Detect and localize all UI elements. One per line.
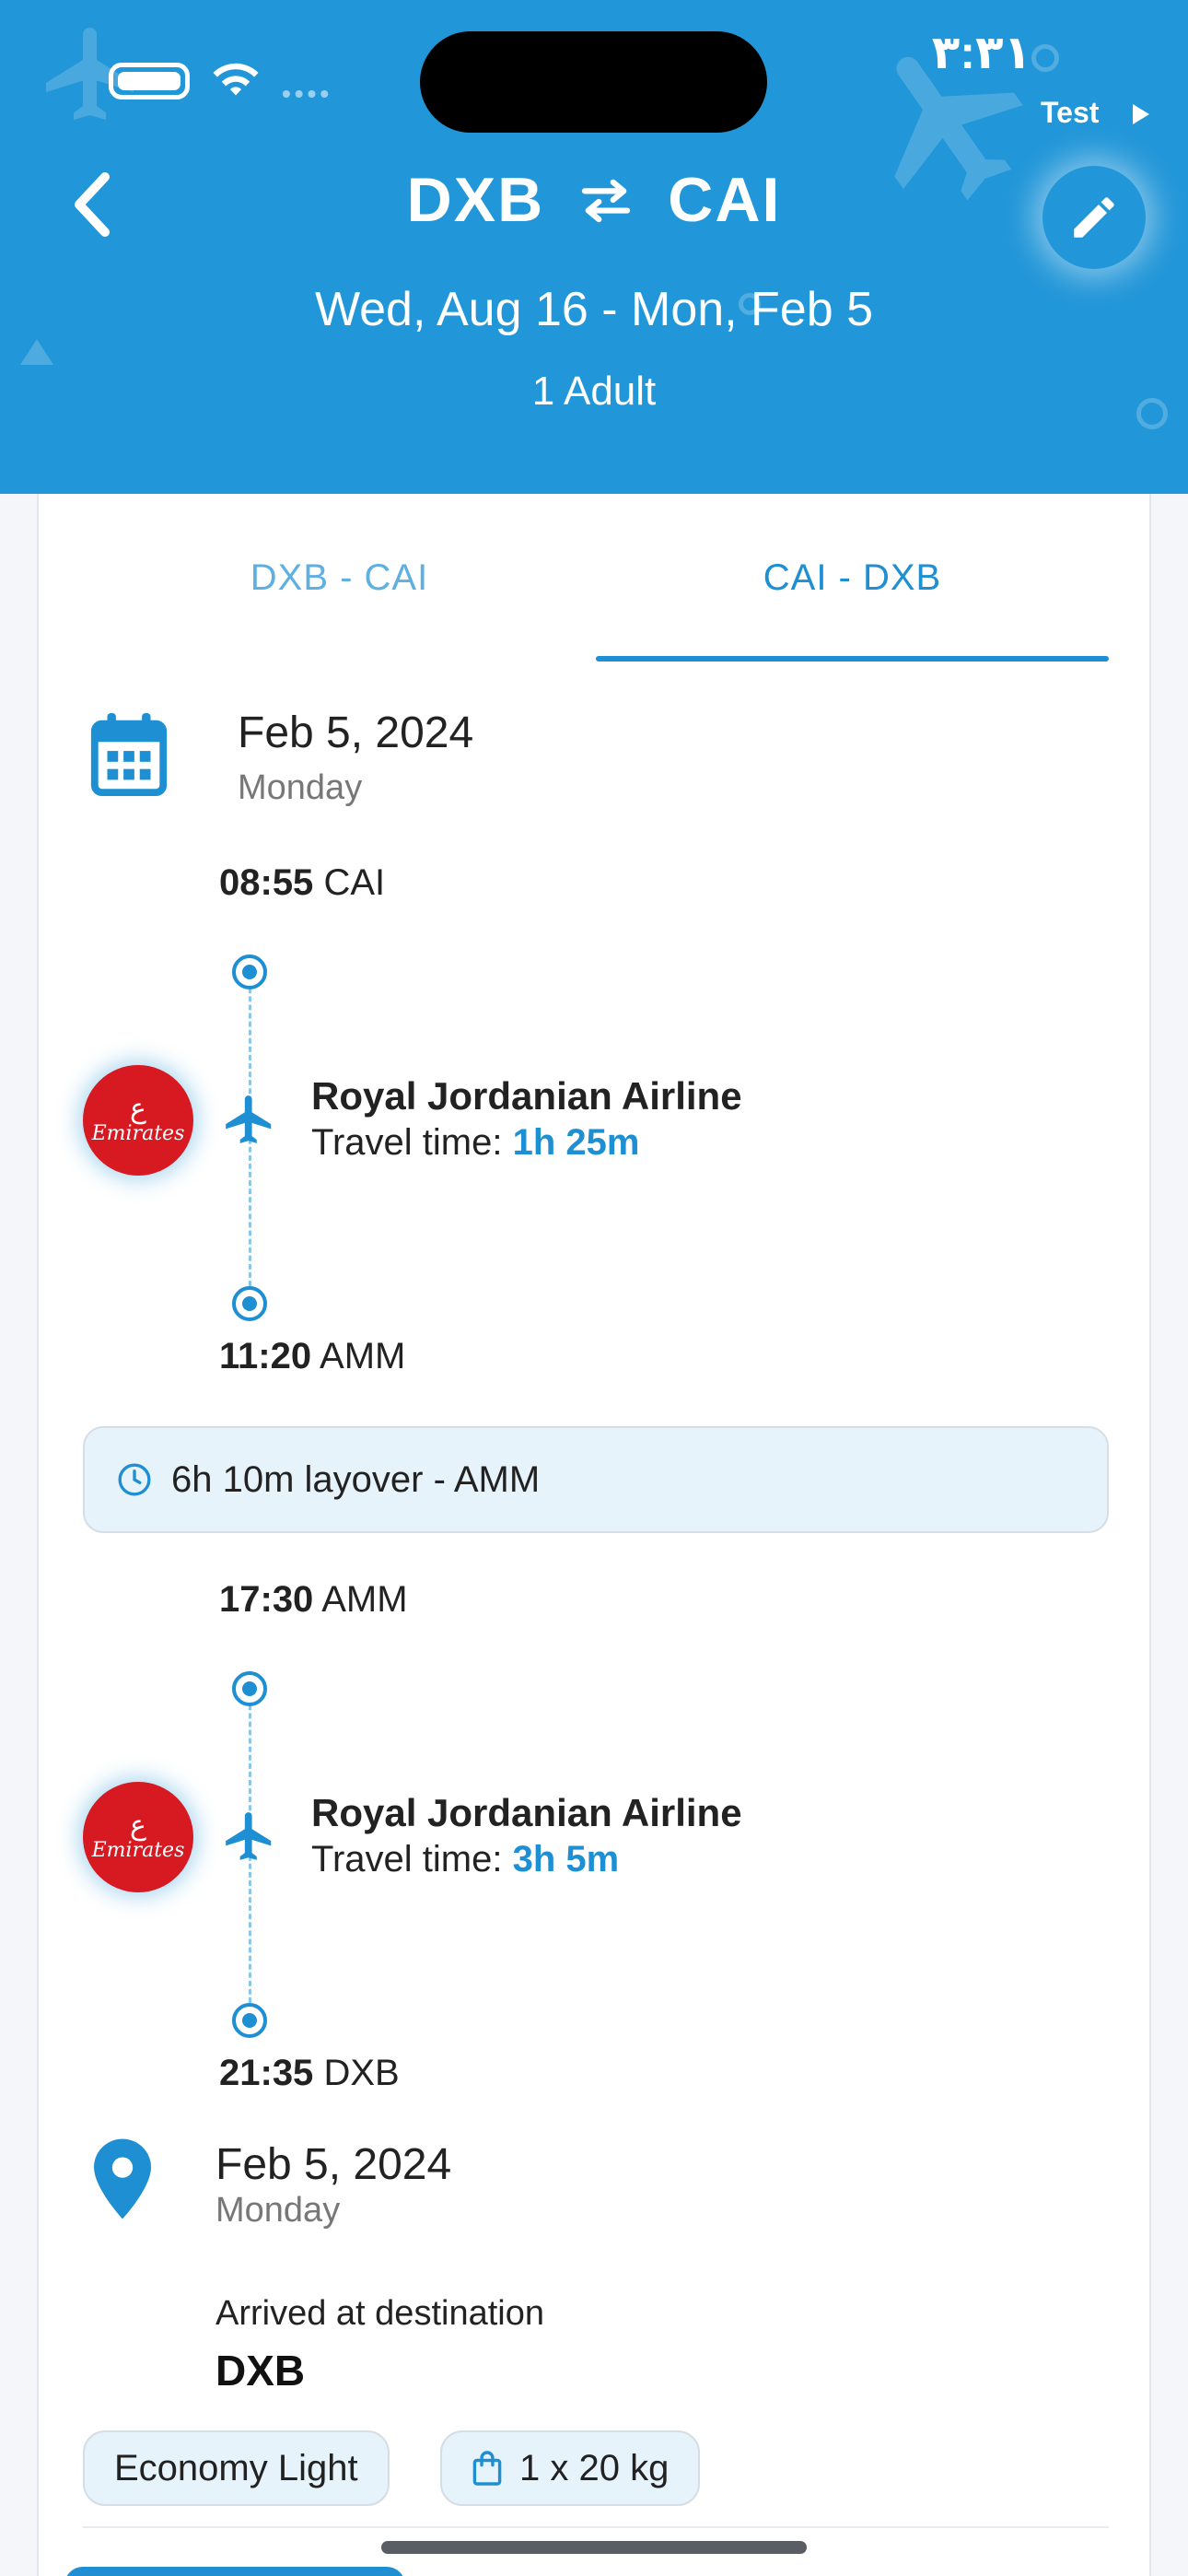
calendar-icon: [90, 712, 168, 797]
pencil-icon: [1074, 197, 1114, 238]
tab-cai-dxb[interactable]: CAI - DXB: [596, 494, 1109, 662]
plane-icon: [226, 1812, 272, 1860]
header: •••• ٣:٣١ Test DXB CAI Wed, Aug 16 - Mon…: [0, 0, 1188, 494]
airline-logo: ع Emirates: [83, 1782, 193, 1892]
travel-time: Travel time: 3h 5m: [311, 1839, 620, 1879]
arrived-label: Arrived at destination: [215, 2294, 544, 2333]
arrival-date: Feb 5, 2024: [215, 2140, 452, 2189]
home-indicator[interactable]: [381, 2541, 807, 2554]
dynamic-island: [420, 31, 767, 133]
bottom-action-button[interactable]: [64, 2567, 405, 2576]
departure-time: 08:55: [219, 862, 314, 903]
arrival-airport: DXB: [323, 2053, 400, 2093]
arrival-time: 11:20: [219, 1336, 312, 1376]
airline-name: Royal Jordanian Airline: [311, 1074, 742, 1118]
signal-dots: ••••: [282, 79, 333, 108]
leg-tabs: DXB - CAI CAI - DXB: [83, 494, 1109, 662]
segment-1-arrival: 11:20 AMM: [219, 1336, 405, 1377]
departure-airport: AMM: [321, 1579, 408, 1620]
play-icon[interactable]: [1133, 104, 1149, 124]
battery-icon: [109, 63, 190, 100]
fare-class-chip: Economy Light: [83, 2430, 390, 2506]
arrival-airport: AMM: [320, 1336, 406, 1376]
destination-code: CAI: [668, 165, 782, 235]
fare-class-label: Economy Light: [114, 2447, 358, 2488]
travel-duration: 1h 25m: [512, 1122, 640, 1163]
departure-dot: [232, 954, 267, 989]
departure-dot: [232, 1671, 267, 1706]
segment-2-arrival: 21:35 DXB: [219, 2053, 400, 2094]
departure-weekday: Monday: [238, 768, 363, 807]
tab-dxb-cai[interactable]: DXB - CAI: [83, 494, 596, 662]
arrival-dot: [232, 1286, 267, 1321]
clock-icon: [118, 1463, 151, 1496]
wifi-icon: [213, 63, 259, 96]
baggage-label: 1 x 20 kg: [519, 2447, 670, 2488]
bag-icon: [472, 2451, 502, 2486]
background-triangle: [20, 339, 53, 365]
segment-1-departure: 08:55 CAI: [219, 862, 385, 904]
edit-button[interactable]: [1042, 166, 1146, 269]
trip-dates: Wed, Aug 16 - Mon, Feb 5: [314, 283, 874, 336]
layover-text: 6h 10m layover - AMM: [171, 1458, 541, 1500]
destination-code-final: DXB: [215, 2347, 306, 2395]
arrival-time: 21:35: [219, 2053, 314, 2093]
background-circle: [1031, 44, 1059, 72]
status-time: ٣:٣١: [931, 27, 1031, 78]
divider: [83, 2526, 1109, 2528]
departure-time: 17:30: [219, 1579, 314, 1620]
route-title: DXB CAI: [0, 164, 1188, 236]
layover-banner: 6h 10m layover - AMM: [83, 1426, 1109, 1533]
passenger-count: 1 Adult: [531, 369, 657, 414]
itinerary-card: DXB - CAI CAI - DXB Feb 5, 2024 Monday 0…: [37, 494, 1151, 2576]
origin-code: DXB: [406, 165, 545, 235]
airline-logo: ع Emirates: [83, 1065, 193, 1176]
swap-arrows-icon: [582, 179, 631, 223]
departure-date: Feb 5, 2024: [238, 708, 474, 757]
test-label[interactable]: Test: [1041, 96, 1099, 130]
airline-name: Royal Jordanian Airline: [311, 1791, 742, 1834]
departure-airport: CAI: [323, 862, 386, 903]
arrival-weekday: Monday: [215, 2191, 341, 2230]
segment-2-departure: 17:30 AMM: [219, 1579, 408, 1621]
travel-duration: 3h 5m: [512, 1839, 620, 1879]
baggage-chip: 1 x 20 kg: [440, 2430, 701, 2506]
travel-time: Travel time: 1h 25m: [311, 1122, 640, 1163]
location-pin-icon: [94, 2138, 151, 2219]
plane-icon: [226, 1095, 272, 1143]
arrival-dot: [232, 2003, 267, 2038]
